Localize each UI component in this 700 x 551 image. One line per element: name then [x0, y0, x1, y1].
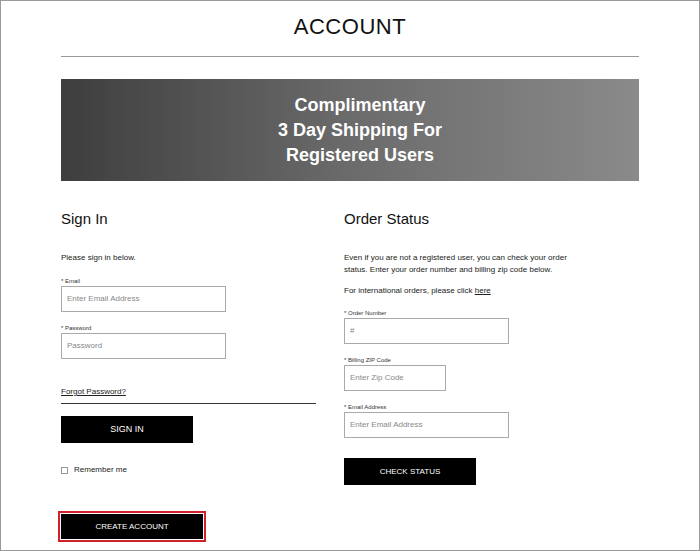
- order-status-heading: Order Status: [344, 210, 429, 228]
- remember-checkbox[interactable]: [61, 467, 68, 474]
- field-label: * Order Number: [344, 309, 509, 317]
- text-input[interactable]: [61, 286, 226, 312]
- sign-in-button[interactable]: SIGN IN: [61, 416, 193, 443]
- international-link[interactable]: here: [475, 286, 491, 295]
- order-status-section: Order Status Even if you are not a regist…: [344, 210, 639, 539]
- text-input[interactable]: [61, 333, 226, 359]
- sign-in-instructions: Please sign in below.: [61, 253, 136, 263]
- forgot-row: Forgot Password?: [61, 377, 316, 404]
- sign-in-section: Sign In Please sign in below. * Email * Pas…: [61, 210, 316, 539]
- text-input[interactable]: [344, 412, 509, 438]
- title-divider: [61, 56, 639, 57]
- promo-banner: Complimentary3 Day Shipping ForRegistere…: [61, 79, 639, 181]
- account-page: ACCOUNTComplimentary3 Day Shipping ForRe…: [0, 0, 700, 551]
- text-input[interactable]: [344, 318, 509, 344]
- banner-headline-line: Complimentary: [274, 93, 425, 118]
- international-note: For international orders, please click h…: [344, 286, 491, 296]
- text-input[interactable]: [344, 365, 446, 391]
- field-label: * Email Address: [344, 403, 509, 411]
- forgot-password-link[interactable]: Forgot Password?: [61, 387, 126, 396]
- field-label: * Billing ZIP Code: [344, 356, 446, 364]
- page-title: ACCOUNT: [1, 1, 699, 38]
- sign-in-heading: Sign In: [61, 210, 108, 228]
- banner-headline-line: Registered Users: [266, 143, 434, 168]
- banner-headline-line: 3 Day Shipping For: [258, 118, 442, 143]
- field-label: * Email: [61, 277, 226, 285]
- create-account-button[interactable]: CREATE ACCOUNT: [61, 514, 203, 539]
- order-status-description: Even if you are not a registered user, y…: [344, 252, 584, 276]
- check-status-button[interactable]: CHECK STATUS: [344, 458, 476, 485]
- remember-me[interactable]: Remember me: [61, 465, 127, 475]
- field-label: * Password: [61, 324, 226, 332]
